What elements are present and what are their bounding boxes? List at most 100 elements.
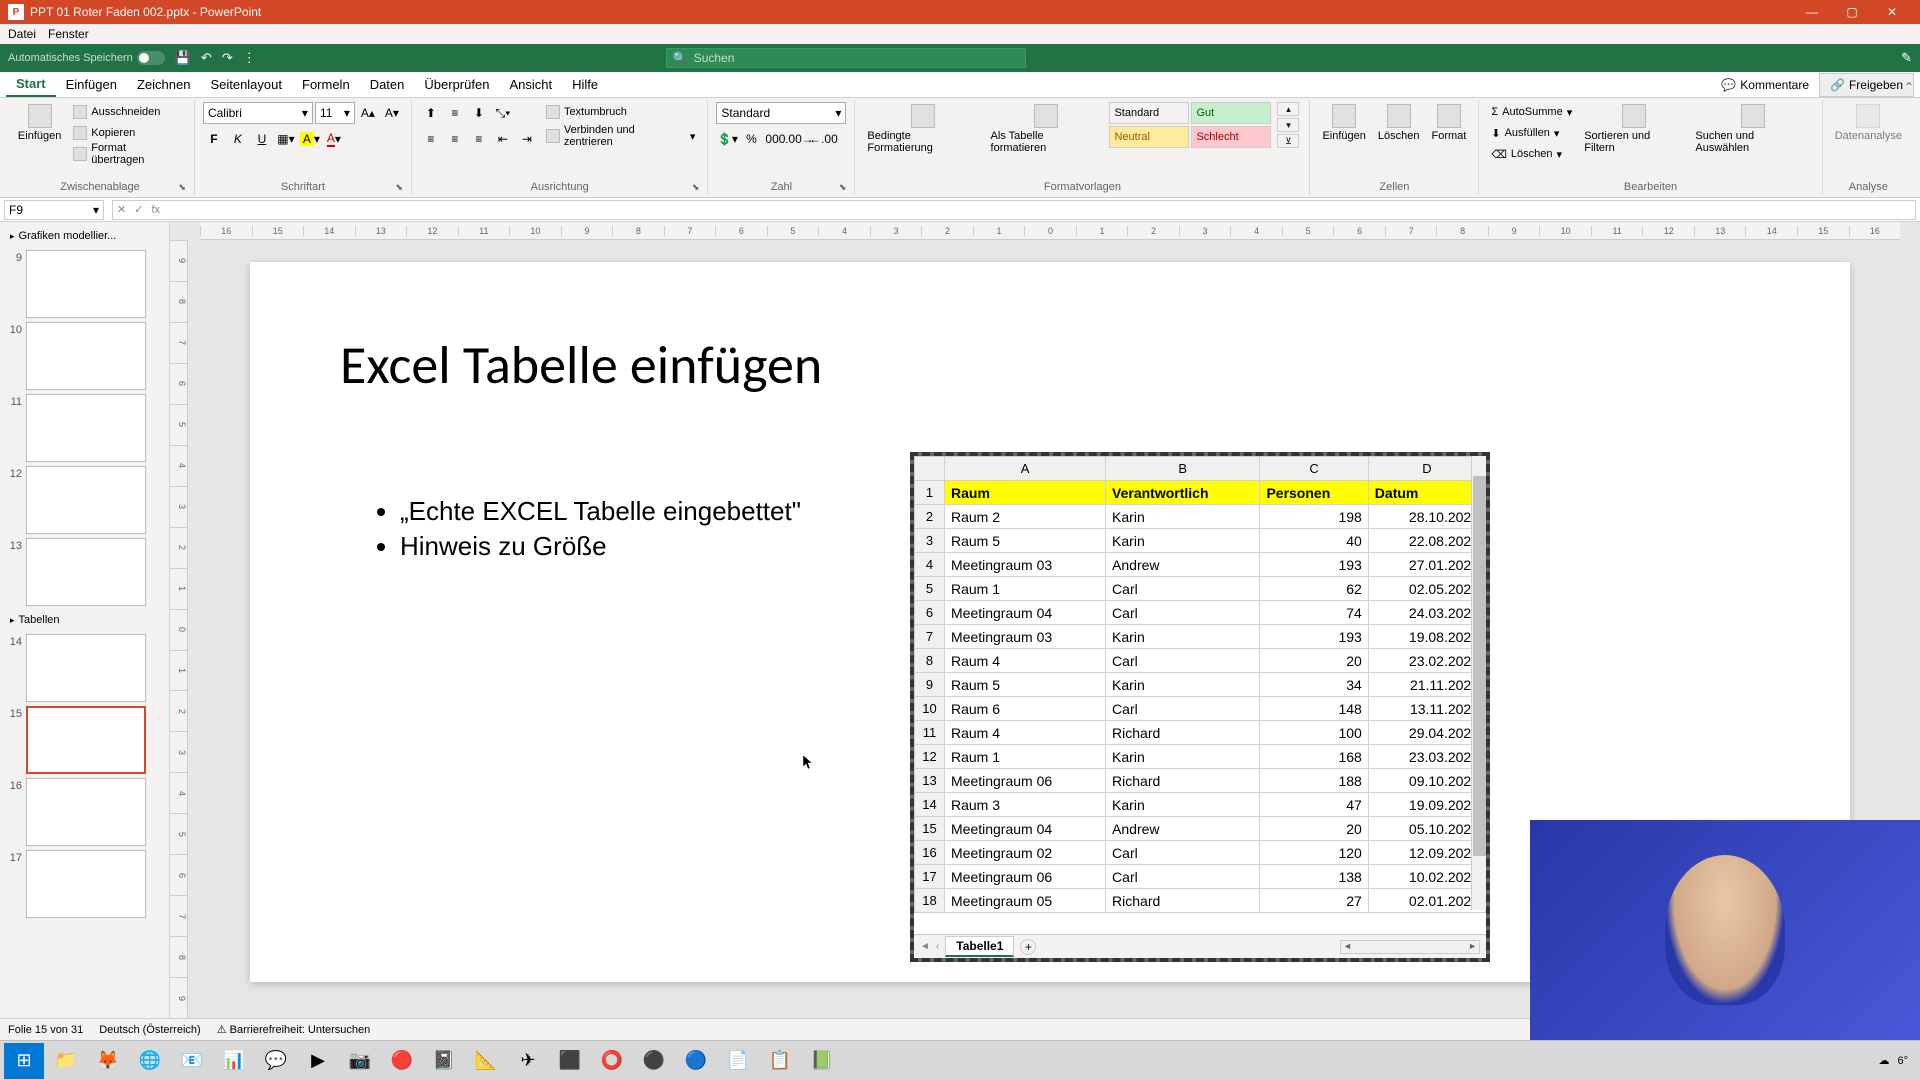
section-header-graphics[interactable]: ▸Grafiken modellier... xyxy=(4,226,165,246)
table-cell[interactable]: Carl xyxy=(1106,601,1260,625)
app-icon[interactable]: 📄 xyxy=(718,1043,758,1079)
autosave-toggle[interactable]: Automatisches Speichern xyxy=(8,51,165,65)
chrome-icon[interactable]: 🌐 xyxy=(130,1043,170,1079)
table-cell[interactable]: 27 xyxy=(1260,889,1368,913)
row-header[interactable]: 2 xyxy=(915,505,945,529)
slide-thumbnail[interactable] xyxy=(26,322,146,390)
comments-button[interactable]: 💬 Kommentare xyxy=(1711,74,1819,96)
firefox-icon[interactable]: 🦊 xyxy=(88,1043,128,1079)
maximize-button[interactable]: ▢ xyxy=(1832,0,1872,24)
column-header[interactable]: C xyxy=(1260,457,1368,481)
tab-hilfe[interactable]: Hilfe xyxy=(562,73,608,96)
slide-thumbnail[interactable] xyxy=(26,466,146,534)
row-header[interactable]: 6 xyxy=(915,601,945,625)
table-cell[interactable]: 12.09.2024 xyxy=(1368,841,1485,865)
tab-ueberpruefen[interactable]: Überprüfen xyxy=(414,73,499,96)
table-cell[interactable]: 40 xyxy=(1260,529,1368,553)
align-right-button[interactable]: ≡ xyxy=(468,128,490,150)
table-cell[interactable]: 27.01.2024 xyxy=(1368,553,1485,577)
embedded-excel-object[interactable]: ABCD1RaumVerantwortlichPersonenDatum2Rau… xyxy=(910,452,1490,962)
percent-button[interactable]: % xyxy=(740,128,762,150)
section-header-tables[interactable]: ▸Tabellen xyxy=(4,610,165,630)
table-cell[interactable]: Meetingraum 05 xyxy=(945,889,1106,913)
table-cell[interactable]: 47 xyxy=(1260,793,1368,817)
vlc-icon[interactable]: ▶ xyxy=(298,1043,338,1079)
undo-icon[interactable]: ↶ xyxy=(201,50,212,66)
row-header[interactable]: 1 xyxy=(915,481,945,505)
tab-zeichnen[interactable]: Zeichnen xyxy=(127,73,200,96)
row-header[interactable]: 17 xyxy=(915,865,945,889)
font-size-select[interactable]: 11▾ xyxy=(315,102,355,124)
table-cell[interactable]: 28.10.2024 xyxy=(1368,505,1485,529)
table-cell[interactable]: 10.02.2024 xyxy=(1368,865,1485,889)
tab-start[interactable]: Start xyxy=(6,72,56,97)
table-cell[interactable]: 22.08.2024 xyxy=(1368,529,1485,553)
launcher-icon[interactable]: ⬊ xyxy=(178,182,186,193)
app-icon[interactable]: ⭕ xyxy=(592,1043,632,1079)
table-cell[interactable]: Meetingraum 02 xyxy=(945,841,1106,865)
table-cell[interactable]: 120 xyxy=(1260,841,1368,865)
table-cell[interactable]: 23.02.2025 xyxy=(1368,649,1485,673)
cut-button[interactable]: Ausschneiden xyxy=(69,102,186,122)
slide-thumbnail-panel[interactable]: ▸Grafiken modellier... 910111213 ▸Tabell… xyxy=(0,222,170,1018)
visio-icon[interactable]: 📐 xyxy=(466,1043,506,1079)
table-cell[interactable]: Carl xyxy=(1106,697,1260,721)
table-cell[interactable]: 20 xyxy=(1260,649,1368,673)
row-header[interactable]: 16 xyxy=(915,841,945,865)
table-cell[interactable]: 24.03.2024 xyxy=(1368,601,1485,625)
launcher-icon[interactable]: ⬊ xyxy=(395,182,403,193)
table-cell[interactable]: 148 xyxy=(1260,697,1368,721)
sheet-nav-prev-icon[interactable]: ‹ xyxy=(936,941,939,952)
style-schlecht[interactable]: Schlecht xyxy=(1191,126,1271,148)
table-cell[interactable]: 02.01.2025 xyxy=(1368,889,1485,913)
table-cell[interactable]: Richard xyxy=(1106,889,1260,913)
app-icon[interactable]: 📷 xyxy=(340,1043,380,1079)
table-cell[interactable]: Meetingraum 03 xyxy=(945,553,1106,577)
table-cell[interactable]: Karin xyxy=(1106,505,1260,529)
row-header[interactable]: 10 xyxy=(915,697,945,721)
table-cell[interactable]: 62 xyxy=(1260,577,1368,601)
table-cell[interactable]: Carl xyxy=(1106,865,1260,889)
row-header[interactable]: 4 xyxy=(915,553,945,577)
align-top-button[interactable]: ⬆ xyxy=(420,102,442,124)
table-cell[interactable]: Raum 6 xyxy=(945,697,1106,721)
table-cell[interactable]: 20 xyxy=(1260,817,1368,841)
app-icon[interactable]: 📋 xyxy=(760,1043,800,1079)
select-all-cell[interactable] xyxy=(915,457,945,481)
table-header-cell[interactable]: Personen xyxy=(1260,481,1368,505)
merge-center-button[interactable]: Verbinden und zentrieren ▾ xyxy=(542,126,699,146)
data-analysis-button[interactable]: Datenanalyse xyxy=(1831,102,1906,144)
fill-button[interactable]: ⬇ Ausfüllen ▾ xyxy=(1487,123,1576,143)
slide-thumbnail[interactable] xyxy=(26,538,146,606)
app-icon[interactable]: 💬 xyxy=(256,1043,296,1079)
app-icon[interactable]: ⚫ xyxy=(634,1043,674,1079)
shrink-font-button[interactable]: A▾ xyxy=(381,102,403,124)
formula-input[interactable]: ✕ ✓ fx xyxy=(112,200,1916,220)
tab-einfuegen[interactable]: Einfügen xyxy=(56,73,127,96)
redo-icon[interactable]: ↷ xyxy=(222,50,233,66)
slide-thumbnail[interactable] xyxy=(26,634,146,702)
style-gut[interactable]: Gut xyxy=(1191,102,1271,124)
table-cell[interactable]: 05.10.2024 xyxy=(1368,817,1485,841)
row-header[interactable]: 15 xyxy=(915,817,945,841)
table-cell[interactable]: 19.08.2024 xyxy=(1368,625,1485,649)
wrap-text-button[interactable]: Textumbruch xyxy=(542,102,699,122)
table-cell[interactable]: Meetingraum 04 xyxy=(945,601,1106,625)
table-cell[interactable]: Meetingraum 06 xyxy=(945,865,1106,889)
table-header-cell[interactable]: Verantwortlich xyxy=(1106,481,1260,505)
table-cell[interactable]: Meetingraum 03 xyxy=(945,625,1106,649)
tab-ansicht[interactable]: Ansicht xyxy=(499,73,562,96)
styles-down-button[interactable]: ▾ xyxy=(1277,118,1299,132)
table-cell[interactable]: Karin xyxy=(1106,793,1260,817)
table-cell[interactable]: Carl xyxy=(1106,841,1260,865)
number-format-select[interactable]: Standard▾ xyxy=(716,102,846,124)
fill-color-button[interactable]: A▾ xyxy=(299,128,321,150)
table-cell[interactable]: Andrew xyxy=(1106,553,1260,577)
font-color-button[interactable]: A▾ xyxy=(323,128,345,150)
format-painter-button[interactable]: Format übertragen xyxy=(69,144,186,164)
table-cell[interactable]: Raum 2 xyxy=(945,505,1106,529)
minimize-button[interactable]: — xyxy=(1792,0,1832,24)
row-header[interactable]: 5 xyxy=(915,577,945,601)
table-cell[interactable]: Carl xyxy=(1106,649,1260,673)
slide-thumbnail[interactable] xyxy=(26,394,146,462)
